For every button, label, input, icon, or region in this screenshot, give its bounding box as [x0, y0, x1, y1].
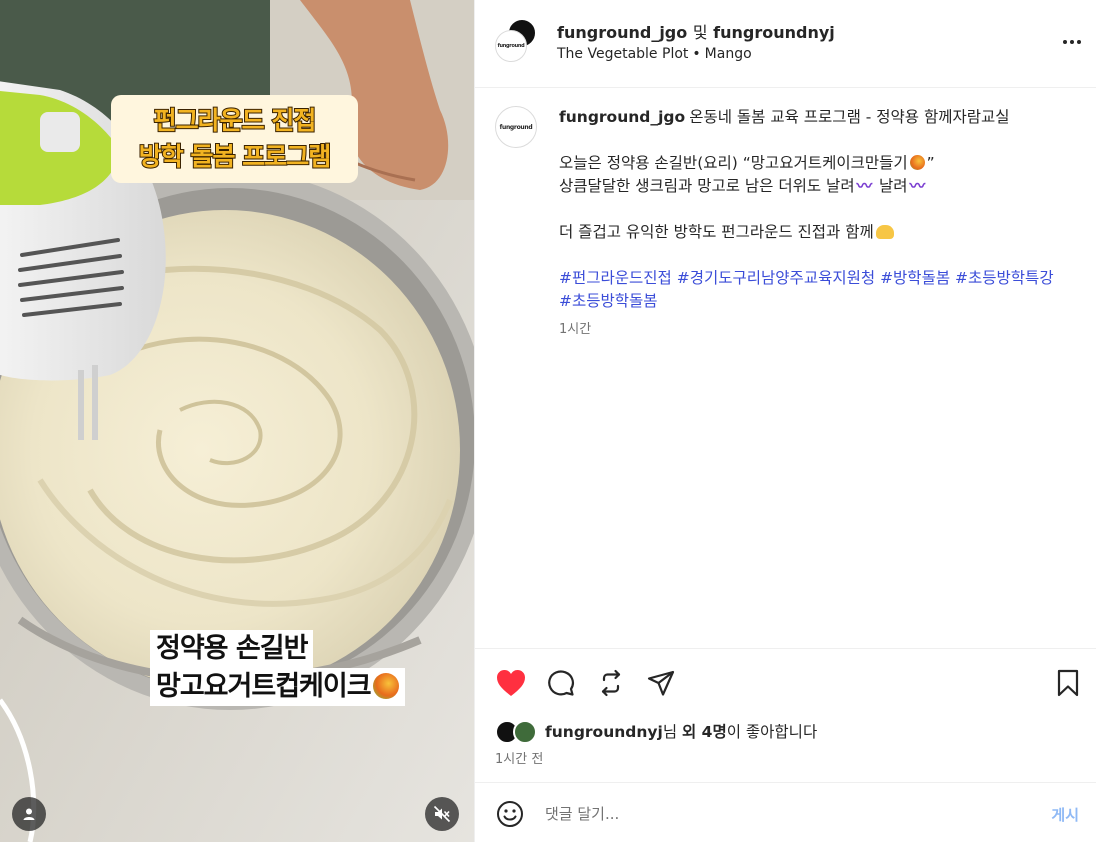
likes-count[interactable]: 외 4명 — [682, 723, 727, 741]
comment-input[interactable] — [545, 797, 1025, 831]
more-options-button[interactable] — [1059, 29, 1085, 55]
post-media[interactable]: 펀그라운드 진접 방학 돌봄 프로그램 정약용 손길반 망고요거트컵케이크 — [0, 0, 474, 842]
caption-line1: 오늘은 정약용 손길반(요리) “망고요거트케이크만들기 — [559, 154, 908, 172]
username-link-1[interactable]: funground_jgo — [557, 23, 687, 42]
caption-top: 펀그라운드 진접 방학 돌봄 프로그램 — [111, 95, 358, 183]
post-header: funground funground_jgo 및 fungroundnyj T… — [475, 0, 1096, 88]
audio-separator: • — [692, 46, 701, 62]
caption-line1-suffix: ” — [926, 154, 935, 172]
caption-top-line2: 방학 돌봄 프로그램 — [138, 141, 332, 172]
hashtag-link[interactable]: #펀그라운드진접 — [559, 269, 672, 287]
hashtag-link[interactable]: #초등방학특강 — [955, 269, 1054, 287]
user-tag-icon — [23, 808, 35, 820]
post-actions: fungroundnyj님 외 4명이 좋아합니다 1시간 전 — [475, 648, 1096, 782]
save-button[interactable] — [1052, 667, 1084, 699]
caption-bottom-line1: 정약용 손길반 — [150, 630, 314, 668]
tagged-users-button[interactable] — [12, 797, 46, 831]
author-avatar-logo: funground — [499, 123, 533, 131]
post-time-ago[interactable]: 1시간 전 — [495, 748, 543, 767]
emoji-picker-button[interactable] — [495, 799, 525, 829]
likes-suffix-2: 이 좋아합니다 — [726, 723, 818, 741]
like-button[interactable] — [495, 667, 527, 699]
author-avatar[interactable]: funground — [495, 106, 537, 148]
post-comment-button[interactable]: 게시 — [1051, 804, 1079, 825]
username-link-2[interactable]: fungroundnyj — [713, 23, 835, 42]
caption-line3: 더 즐겁고 유익한 방학도 펀그라운드 진접과 함께 — [559, 223, 874, 241]
comment-composer: 게시 — [475, 782, 1096, 842]
wave-emoji-icon: 〰 — [856, 177, 873, 195]
comment-button[interactable] — [545, 667, 577, 699]
caption-bottom-line2-wrap: 망고요거트컵케이크 — [150, 668, 405, 706]
muted-speaker-icon — [433, 805, 451, 823]
smiley-icon — [497, 801, 523, 827]
hashtag-link[interactable]: #경기도구리남양주교육지원청 — [677, 269, 875, 287]
caption-bottom-line2: 망고요거트컵케이크 — [156, 671, 372, 702]
audio-track-link[interactable]: The Vegetable Plot — [557, 46, 688, 62]
bookmark-icon — [1057, 669, 1079, 697]
caption-timestamp[interactable]: 1시간 — [559, 318, 591, 337]
comment-bubble-icon — [548, 670, 574, 696]
repost-icon — [601, 669, 621, 697]
hashtag-list: #펀그라운드진접 #경기도구리남양주교육지원청 #방학돌봄 #초등방학특강 #초… — [559, 267, 1069, 313]
header-usernames: funground_jgo 및 fungroundnyj — [557, 19, 835, 43]
caption-author[interactable]: funground_jgo — [559, 108, 685, 126]
repost-button[interactable] — [595, 667, 627, 699]
heart-filled-icon — [497, 670, 525, 696]
likes-suffix-1: 님 — [662, 723, 683, 741]
likes-summary[interactable]: fungroundnyj님 외 4명이 좋아합니다 — [495, 718, 817, 744]
wave-emoji-icon-2: 〰 — [909, 177, 926, 195]
more-dots-icon — [1063, 40, 1081, 44]
mango-emoji-icon — [909, 155, 925, 170]
liked-by-user[interactable]: fungroundnyj — [545, 723, 663, 741]
caption-title: 온동네 돌봄 교육 프로그램 - 정약용 함께자람교실 — [689, 108, 1010, 126]
liker-avatar — [513, 720, 537, 744]
mango-emoji-icon — [372, 673, 399, 699]
avatar-logo-text: funground — [497, 43, 525, 49]
post-details-panel: funground funground_jgo 및 fungroundnyj T… — [474, 0, 1096, 842]
liker-avatars[interactable] — [495, 718, 541, 744]
caption-top-line1: 펀그라운드 진접 — [153, 105, 318, 136]
paper-plane-icon — [647, 670, 675, 696]
caption-line2: 상큼달달한 생크림과 망고로 남은 더위도 날려 — [559, 177, 855, 195]
mute-toggle-button[interactable] — [425, 797, 459, 831]
username-conjunction: 및 — [692, 23, 708, 42]
share-button[interactable] — [645, 667, 677, 699]
post-caption: funground_jgo 온동네 돌봄 교육 프로그램 - 정약용 함께자람교실… — [559, 106, 1069, 313]
heart-hands-emoji-icon — [875, 225, 894, 239]
avatar-funground-jgo[interactable]: funground — [495, 30, 527, 62]
collab-avatars[interactable]: funground — [495, 18, 539, 62]
likes-text[interactable]: fungroundnyj님 외 4명이 좋아합니다 — [545, 720, 817, 742]
hashtag-link[interactable]: #방학돌봄 — [880, 269, 950, 287]
audio-artist-link[interactable]: Mango — [705, 46, 752, 62]
caption-bottom: 정약용 손길반 망고요거트컵케이크 — [150, 630, 405, 706]
hashtag-link[interactable]: #초등방학돌봄 — [559, 292, 658, 310]
header-audio: The Vegetable Plot • Mango — [557, 46, 752, 62]
caption-line2-b: 날려 — [879, 177, 908, 195]
post-caption-section: funground funground_jgo 온동네 돌봄 교육 프로그램 - … — [475, 88, 1096, 648]
